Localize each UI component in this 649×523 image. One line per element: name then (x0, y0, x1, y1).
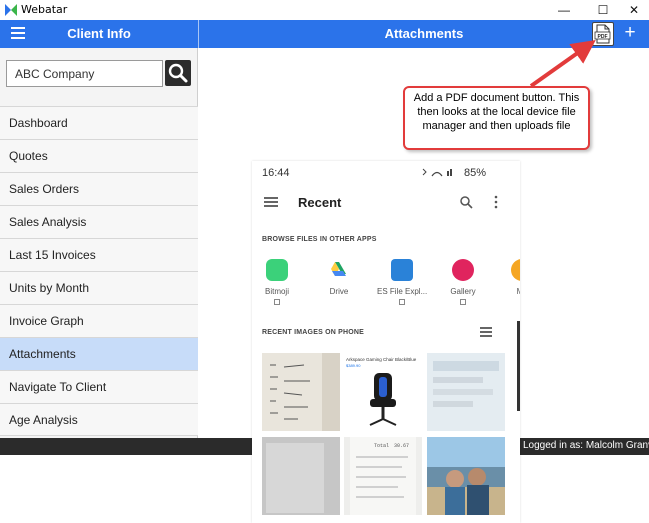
screenshot-image (427, 353, 505, 431)
blurred-photo-image (262, 437, 340, 515)
page-title: Attachments (384, 26, 464, 41)
app-es-file-explorer: ES File Expl... (377, 259, 427, 305)
phone-status-icons (422, 168, 452, 177)
app-label: Bitmoji (264, 287, 289, 296)
phone-more-icon (494, 195, 498, 209)
client-search-input[interactable]: ABC Company (6, 60, 163, 87)
my-files-icon (511, 259, 520, 281)
app-label: Drive (329, 287, 349, 296)
recent-images-label: RECENT IMAGES ON PHONE (262, 329, 365, 336)
app-bitmoji: Bitmoji (252, 259, 302, 305)
sidebar-item-quotes[interactable]: Quotes (0, 139, 198, 172)
handwritten-note-image (262, 353, 340, 431)
sidebar-item-navigate-to-client[interactable]: Navigate To Client (0, 370, 198, 403)
image-thumbnail[interactable] (427, 353, 505, 431)
phone-battery: 85% (464, 167, 487, 179)
receipt-image: Total 30.67 (344, 437, 422, 515)
sidebar-item-sales-orders[interactable]: Sales Orders (0, 172, 198, 205)
sidebar-item-invoice-graph[interactable]: Invoice Graph (0, 304, 198, 337)
phone-recent-title: Recent (298, 195, 342, 210)
app-logo-icon (5, 4, 17, 16)
close-button[interactable]: ✕ (620, 0, 648, 20)
sidebar-item-last-15-invoices[interactable]: Last 15 Invoices (0, 238, 198, 271)
sidebar-item-dashboard[interactable]: Dashboard (0, 106, 198, 139)
image-thumbnail[interactable]: Total 30.67 (344, 437, 422, 515)
es-file-explorer-icon (391, 259, 413, 281)
sidebar-item-age-analysis[interactable]: Age Analysis (0, 403, 198, 436)
image-thumbnail[interactable] (427, 437, 505, 515)
app-gallery: Gallery (438, 259, 488, 305)
browse-files-label: BROWSE FILES IN OTHER APPS (262, 236, 377, 243)
add-attachment-button[interactable]: + (620, 22, 640, 46)
app-my-files: My (497, 259, 520, 296)
app-label: My (516, 287, 520, 296)
receipt-total-label: Total (374, 443, 389, 449)
app-badge-icon (460, 299, 466, 305)
chair-product-title: Arkspace Gaming Chair Black/Blue (346, 357, 417, 362)
sidebar-title: Client Info (67, 26, 131, 41)
image-thumbnail[interactable] (262, 353, 340, 431)
maximize-button[interactable]: ☐ (589, 0, 617, 20)
app-badge-icon (399, 299, 405, 305)
bitmoji-icon (266, 259, 288, 281)
window-title: Webatar (21, 3, 68, 16)
image-thumbnail[interactable]: Arkspace Gaming Chair Black/Blue $389.90 (344, 353, 422, 431)
app-label: Gallery (450, 287, 476, 296)
app-badge-icon (274, 299, 280, 305)
sidebar-item-units-by-month[interactable]: Units by Month (0, 271, 198, 304)
minimize-button[interactable]: — (550, 0, 578, 20)
pdf-document-icon: PDF (594, 24, 611, 44)
phone-file-picker-screenshot: 16:44 85% Recent BROWSE FILES IN OTHER A… (252, 161, 520, 523)
app-label: ES File Expl... (377, 287, 428, 296)
app-drive: Drive (314, 259, 364, 296)
drive-icon (331, 262, 346, 276)
gaming-chair-image: Arkspace Gaming Chair Black/Blue $389.90 (344, 353, 422, 431)
receipt-total-value: 30.67 (394, 443, 409, 449)
sidebar-menu: Dashboard Quotes Sales Orders Sales Anal… (0, 106, 198, 436)
add-pdf-button[interactable]: PDF (592, 22, 614, 46)
sidebar-item-attachments[interactable]: Attachments (0, 337, 198, 370)
logged-in-status: Logged in as: Malcolm Granville (523, 440, 649, 451)
phone-search-icon (460, 196, 473, 209)
phone-time: 16:44 (262, 167, 290, 179)
chair-price: $389.90 (346, 363, 361, 368)
phone-scrollbar (517, 321, 520, 411)
pdf-label: PDF (598, 34, 608, 40)
beach-photo-image (427, 437, 505, 515)
sidebar-item-sales-analysis[interactable]: Sales Analysis (0, 205, 198, 238)
gallery-icon (452, 259, 474, 281)
list-view-icon (480, 327, 492, 337)
annotation-callout: Add a PDF document button. This then loo… (403, 86, 590, 150)
phone-menu-icon (264, 197, 278, 208)
image-thumbnail[interactable] (262, 437, 340, 515)
search-button[interactable] (165, 60, 191, 86)
search-icon (168, 63, 188, 83)
